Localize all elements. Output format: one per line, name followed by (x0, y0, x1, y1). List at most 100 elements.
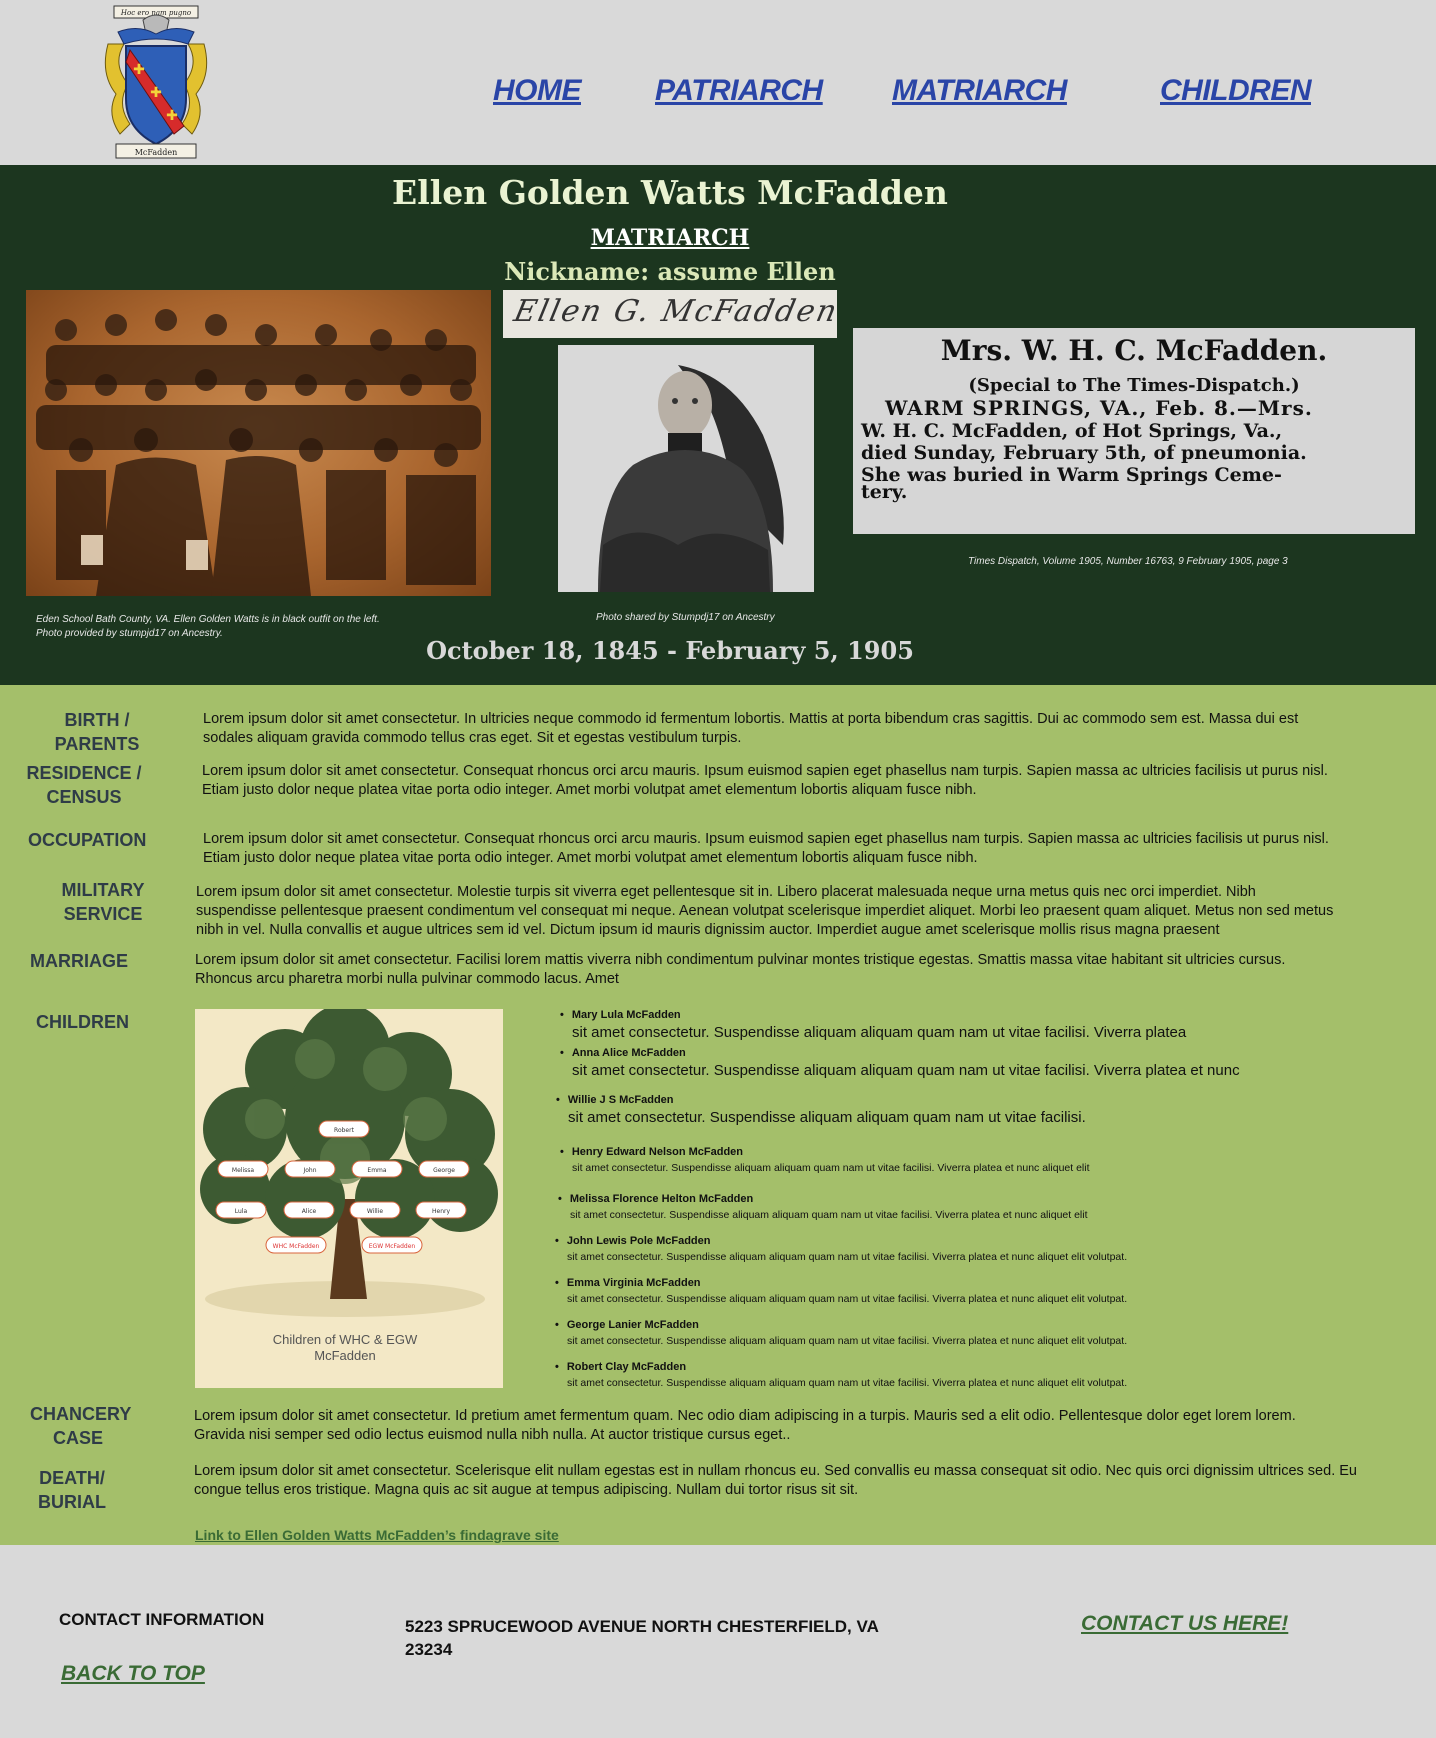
marriage-label: MARRIAGE (30, 951, 128, 971)
site-header: Hoc ero nam pugno ✚ ✚ ✚ McFadden HOME PA… (0, 0, 1436, 165)
page-title: Ellen Golden Watts McFadden (392, 173, 948, 212)
tree-node-row2-d: Henry (432, 1208, 450, 1215)
clipping-line-2: WARM SPRINGS, VA., Feb. 8.—Mrs. (885, 396, 1313, 420)
death-label: DEATH/ BURIAL (30, 1466, 114, 1514)
site-footer: CONTACT INFORMATION 5223 SPRUCEWOOD AVEN… (0, 1545, 1436, 1738)
death-label-line-2: BURIAL (38, 1492, 106, 1512)
role-heading: MATRIARCH (590, 225, 750, 251)
hero-banner: Ellen Golden Watts McFadden MATRIARCH Ni… (0, 165, 1436, 685)
residence-label-line-1: RESIDENCE / (26, 763, 142, 783)
child-name: Emma Virginia McFadden (555, 1277, 1127, 1289)
chancery-label-line-1: CHANCERY (30, 1404, 132, 1424)
group-figures-illustration (36, 309, 481, 596)
child-desc: sit amet consectetur. Suspendisse aliqua… (572, 1024, 1187, 1041)
tree-node-row1-d: George (433, 1167, 455, 1174)
svg-text:✚: ✚ (166, 108, 178, 124)
child-name: Anna Alice McFadden (560, 1047, 1240, 1059)
chancery-label: CHANCERY CASE (30, 1402, 131, 1450)
crest-family-name: McFadden (135, 148, 178, 157)
birth-label: BIRTH / PARENTS (54, 710, 140, 754)
child-name: Robert Clay McFadden (555, 1361, 1127, 1373)
tree-node-mother: EGW McFadden (369, 1243, 416, 1250)
biography-content: BIRTH / PARENTS Lorem ipsum dolor sit am… (0, 685, 1436, 1545)
life-dates: October 18, 1845 - February 5, 1905 (426, 636, 914, 665)
findagrave-link[interactable]: Link to Ellen Golden Watts McFadden’s fi… (195, 1527, 559, 1543)
child-item-5: Melissa Florence Helton McFadden sit ame… (558, 1193, 1088, 1221)
tree-illustration: Robert Melissa John Emma George Lula Ali… (200, 1004, 498, 1363)
contact-address: 5223 SPRUCEWOOD AVENUE NORTH CHESTERFIEL… (405, 1615, 885, 1661)
child-desc: sit amet consectetur. Suspendisse aliqua… (568, 1109, 1086, 1126)
residence-label-line-2: CENSUS (46, 787, 122, 807)
school-caption-line-1: Eden School Bath County, VA. Ellen Golde… (36, 614, 380, 625)
occupation-label: OCCUPATION (28, 830, 147, 850)
death-text: Lorem ipsum dolor sit amet consectetur. … (194, 1463, 1357, 1498)
clipping-line-5: She was buried in Warm Springs Ceme- (861, 464, 1282, 486)
portrait-caption: Photo shared by Stumpdj17 on Ancestry (596, 612, 775, 623)
marriage-text: Lorem ipsum dolor sit amet consectetur. … (195, 952, 1286, 987)
portrait-illustration (558, 345, 814, 592)
child-name: Mary Lula McFadden (560, 1009, 1186, 1021)
family-tree-image: Robert Melissa John Emma George Lula Ali… (195, 1004, 503, 1388)
child-name: John Lewis Pole McFadden (555, 1235, 1127, 1247)
child-desc: sit amet consectetur. Suspendisse aliqua… (567, 1335, 1128, 1347)
signature-image: Ellen G. McFadden (503, 290, 837, 338)
clipping-line-1: (Special to The Times-Dispatch.) (968, 375, 1300, 396)
chancery-text: Lorem ipsum dolor sit amet consectetur. … (194, 1408, 1296, 1443)
tree-node-row2-b: Alice (302, 1208, 317, 1215)
tree-caption-line-2: McFadden (314, 1348, 375, 1363)
child-name: Henry Edward Nelson McFadden (560, 1146, 1090, 1158)
child-item-2: Anna Alice McFadden sit amet consectetur… (560, 1047, 1240, 1079)
child-item-7: Emma Virginia McFadden sit amet consecte… (555, 1277, 1127, 1305)
tree-node-row2-a: Lula (235, 1208, 248, 1215)
svg-text:✚: ✚ (133, 62, 145, 78)
child-desc: sit amet consectetur. Suspendisse aliqua… (570, 1209, 1088, 1221)
child-name: Willie J S McFadden (556, 1094, 1086, 1106)
military-label: MILITARY SERVICE (61, 880, 145, 924)
address-line-1: 5223 SPRUCEWOOD AVENUE NORTH CHESTERFIEL… (405, 1617, 879, 1636)
back-to-top-link[interactable]: BACK TO TOP (61, 1662, 205, 1686)
residence-text: Lorem ipsum dolor sit amet consectetur. … (202, 763, 1328, 798)
child-item-1: Mary Lula McFadden sit amet consectetur.… (560, 1009, 1186, 1041)
chancery-label-line-2: CASE (52, 1428, 103, 1448)
child-item-6: John Lewis Pole McFadden sit amet consec… (555, 1235, 1127, 1263)
clipping-headline: Mrs. W. H. C. McFadden. (940, 334, 1328, 367)
coat-of-arms-logo: Hoc ero nam pugno ✚ ✚ ✚ McFadden (104, 5, 208, 159)
child-desc: sit amet consectetur. Suspendisse aliqua… (572, 1162, 1090, 1174)
tree-caption-line-1: Children of WHC & EGW (273, 1332, 418, 1347)
military-text: Lorem ipsum dolor sit amet consectetur. … (196, 884, 1334, 938)
child-name: George Lanier McFadden (555, 1319, 1127, 1331)
tree-node-row1-c: Emma (367, 1167, 386, 1174)
child-item-4: Henry Edward Nelson McFadden sit amet co… (560, 1146, 1090, 1174)
tree-node-root: Robert (334, 1127, 355, 1134)
clipping-line-4: died Sunday, February 5th, of pneumonia. (861, 442, 1307, 464)
child-desc: sit amet consectetur. Suspendisse aliqua… (567, 1377, 1128, 1389)
address-line-2: 23234 (405, 1640, 453, 1659)
child-desc: sit amet consectetur. Suspendisse aliqua… (572, 1062, 1240, 1079)
nav-children-link[interactable]: CHILDREN (1160, 74, 1312, 108)
clipping-line-3: W. H. C. McFadden, of Hot Springs, Va., (861, 420, 1283, 442)
tree-node-row2-c: Willie (367, 1208, 383, 1215)
birth-text: Lorem ipsum dolor sit amet consectetur. … (203, 711, 1299, 746)
clipping-line-6: tery. (861, 481, 908, 503)
nickname-heading: Nickname: assume Ellen (504, 257, 836, 286)
nav-home-link[interactable]: HOME (493, 74, 582, 108)
newspaper-clipping: Mrs. W. H. C. McFadden. (Special to The … (853, 328, 1415, 534)
occupation-text: Lorem ipsum dolor sit amet consectetur. … (203, 831, 1329, 866)
svg-text:✚: ✚ (150, 85, 162, 101)
tree-node-father: WHC McFadden (273, 1243, 320, 1250)
tree-node-row1-a: Melissa (232, 1167, 254, 1174)
child-name: Melissa Florence Helton McFadden (558, 1193, 1088, 1205)
contact-heading: CONTACT INFORMATION (59, 1610, 265, 1629)
child-desc: sit amet consectetur. Suspendisse aliqua… (567, 1293, 1128, 1305)
signature-text: Ellen G. McFadden (510, 294, 837, 329)
clipping-caption: Times Dispatch, Volume 1905, Number 1676… (968, 556, 1288, 567)
nav-patriarch-link[interactable]: PATRIARCH (655, 74, 823, 108)
nav-matriarch-link[interactable]: MATRIARCH (892, 74, 1067, 108)
child-item-3: Willie J S McFadden sit amet consectetur… (556, 1094, 1086, 1126)
child-desc: sit amet consectetur. Suspendisse aliqua… (567, 1251, 1128, 1263)
child-item-8: George Lanier McFadden sit amet consecte… (555, 1319, 1127, 1347)
children-label: CHILDREN (36, 1012, 129, 1032)
contact-us-link[interactable]: CONTACT US HERE! (1081, 1612, 1288, 1636)
residence-label: RESIDENCE / CENSUS (24, 761, 144, 809)
school-group-photo (26, 290, 491, 596)
